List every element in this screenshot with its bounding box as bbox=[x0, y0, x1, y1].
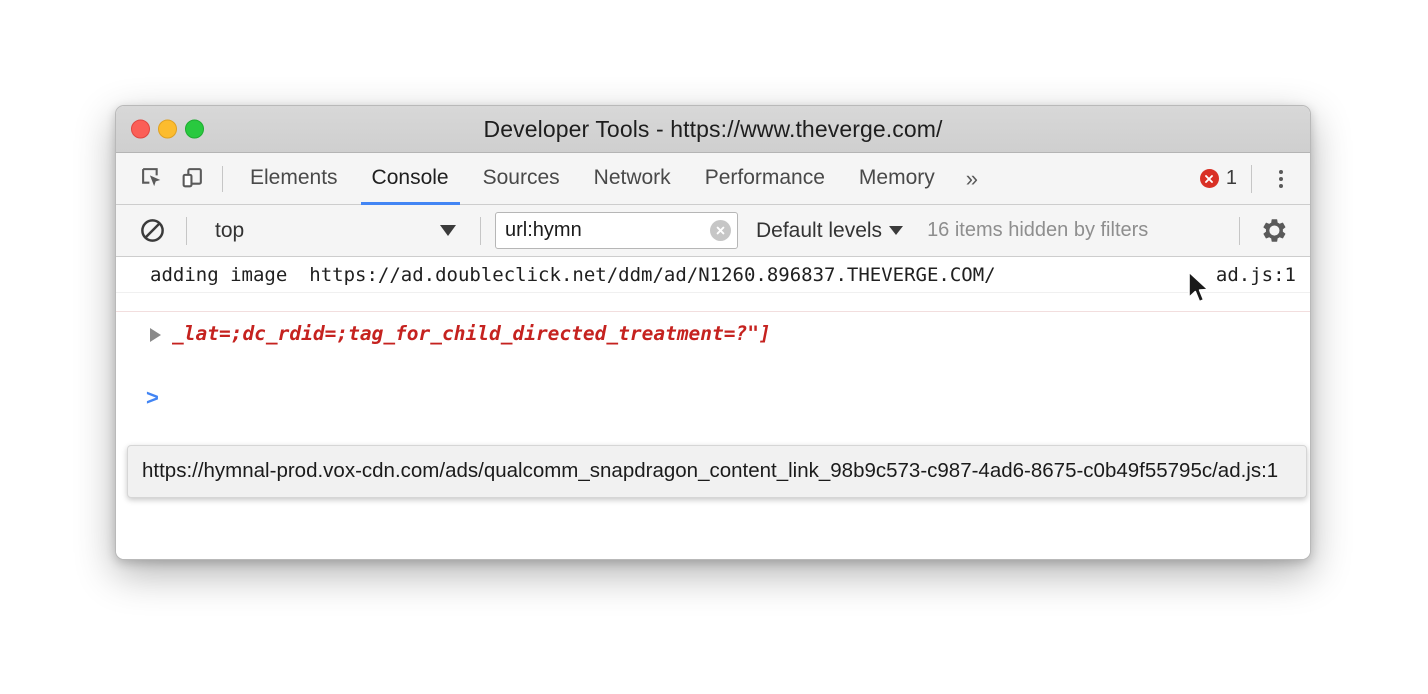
context-selector[interactable]: top bbox=[201, 219, 466, 243]
filter-input-wrapper[interactable] bbox=[495, 212, 738, 249]
filter-input[interactable] bbox=[505, 219, 690, 242]
more-options-icon[interactable] bbox=[1266, 164, 1296, 194]
error-circle-icon bbox=[1199, 169, 1219, 188]
tab-memory[interactable]: Memory bbox=[842, 153, 952, 205]
console-message-text: adding image bbox=[150, 264, 288, 286]
filterbar-divider-3 bbox=[1239, 216, 1240, 245]
settings-gear-icon[interactable] bbox=[1254, 211, 1294, 251]
console-output-panel[interactable]: adding image https://ad.doubleclick.net/d… bbox=[116, 257, 1310, 559]
console-error-row[interactable]: _lat=;dc_rdid=;tag_for_child_directed_tr… bbox=[116, 311, 1310, 375]
clear-filter-icon[interactable] bbox=[710, 220, 731, 241]
console-message-source-link[interactable]: ad.js:1 bbox=[1216, 260, 1296, 290]
console-filterbar: top Default levels 16 items hidden by fi… bbox=[116, 205, 1310, 257]
tab-elements[interactable]: Elements bbox=[233, 153, 355, 205]
chevron-down-icon bbox=[440, 225, 456, 236]
window-titlebar: Developer Tools - https://www.theverge.c… bbox=[116, 106, 1310, 153]
console-message-row[interactable]: adding image https://ad.doubleclick.net/d… bbox=[116, 257, 1310, 293]
console-prompt-row[interactable]: > bbox=[116, 383, 159, 419]
devtools-tabbar: Elements Console Sources Network Perform… bbox=[116, 153, 1310, 205]
tab-performance[interactable]: Performance bbox=[688, 153, 842, 205]
console-error-text: _lat=;dc_rdid=;tag_for_child_directed_tr… bbox=[172, 322, 771, 345]
traffic-lights bbox=[131, 119, 204, 139]
hidden-items-message: 16 items hidden by filters bbox=[927, 219, 1149, 241]
context-label: top bbox=[215, 218, 245, 242]
maximize-button[interactable] bbox=[185, 119, 204, 139]
log-levels-label: Default levels bbox=[756, 218, 883, 242]
log-levels-selector[interactable]: Default levels bbox=[756, 218, 904, 243]
filterbar-divider-2 bbox=[480, 216, 481, 245]
devtools-window: Developer Tools - https://www.theverge.c… bbox=[115, 105, 1311, 560]
expand-arrow-icon[interactable] bbox=[150, 328, 161, 342]
window-title: Developer Tools - https://www.theverge.c… bbox=[483, 115, 943, 142]
console-prompt-caret: > bbox=[146, 385, 159, 410]
tab-console[interactable]: Console bbox=[355, 153, 466, 205]
inspect-element-icon[interactable] bbox=[132, 159, 172, 199]
close-button[interactable] bbox=[131, 119, 150, 139]
url-tooltip: https://hymnal-prod.vox-cdn.com/ads/qual… bbox=[127, 445, 1307, 498]
error-badge[interactable]: 1 bbox=[1199, 167, 1237, 190]
device-toolbar-icon[interactable] bbox=[172, 159, 212, 199]
tabbar-divider bbox=[222, 165, 223, 192]
chevron-down-icon bbox=[889, 226, 904, 235]
console-message-url: https://ad.doubleclick.net/ddm/ad/N1260.… bbox=[309, 264, 996, 286]
tabbar-right-divider bbox=[1251, 164, 1252, 193]
error-count: 1 bbox=[1225, 167, 1237, 189]
filterbar-right-group bbox=[1225, 211, 1310, 251]
tab-sources[interactable]: Sources bbox=[466, 153, 577, 205]
tabbar-right-group: 1 bbox=[1199, 164, 1310, 194]
tab-overflow-button[interactable]: » bbox=[952, 153, 992, 205]
minimize-button[interactable] bbox=[158, 119, 177, 139]
clear-console-icon[interactable] bbox=[132, 211, 172, 251]
tab-network[interactable]: Network bbox=[577, 153, 688, 205]
filterbar-divider-1 bbox=[186, 216, 187, 245]
